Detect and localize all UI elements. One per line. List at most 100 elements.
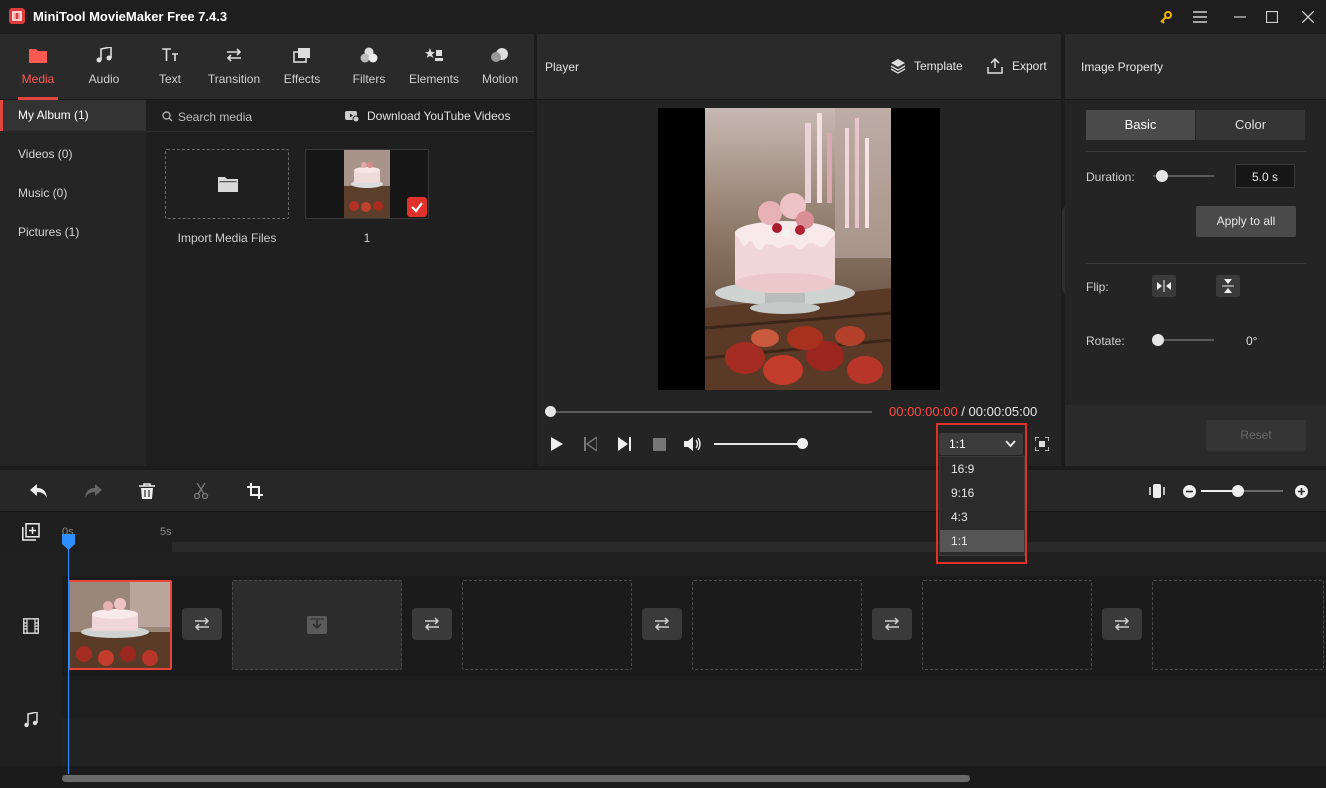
flip-vertical-button[interactable] — [1216, 275, 1240, 297]
timeline-clip[interactable] — [68, 580, 172, 670]
sidebar-item-music[interactable]: Music (0) — [0, 178, 146, 209]
zoom-in-icon[interactable] — [1295, 485, 1308, 498]
export-icon — [987, 58, 1003, 74]
transition-button[interactable] — [1102, 608, 1142, 640]
transition-button[interactable] — [182, 608, 222, 640]
sidebar-item-my-album[interactable]: My Album (1) — [0, 100, 146, 131]
search-bar: Search media Download YouTube Videos — [146, 100, 534, 132]
maximize-icon[interactable] — [1258, 4, 1286, 30]
media-clip-thumbnail[interactable] — [305, 149, 429, 219]
template-button[interactable]: Template — [914, 59, 963, 73]
volume-track[interactable] — [714, 443, 807, 445]
redo-icon[interactable] — [84, 484, 102, 498]
import-media-label: Import Media Files — [177, 231, 277, 245]
empty-clip-slot[interactable] — [232, 580, 402, 670]
previous-frame-icon[interactable] — [584, 437, 597, 451]
transition-arrows-icon — [884, 617, 900, 631]
ruler-strip — [62, 542, 1326, 552]
minimize-icon[interactable] — [1226, 4, 1254, 30]
sidebar-item-pictures[interactable]: Pictures (1) — [0, 217, 146, 248]
video-track-label — [0, 576, 62, 676]
rotate-slider-handle[interactable] — [1152, 334, 1164, 346]
property-footer: Reset — [1065, 405, 1326, 466]
transition-arrows-icon — [1114, 617, 1130, 631]
fullscreen-icon[interactable] — [1035, 437, 1049, 451]
duration-label: Duration: — [1086, 170, 1135, 184]
tab-filters[interactable]: Filters — [349, 44, 389, 94]
time-separator: / — [957, 404, 969, 419]
search-icon — [162, 111, 173, 122]
transition-button[interactable] — [872, 608, 912, 640]
tab-audio[interactable]: Audio — [84, 44, 124, 94]
tab-motion[interactable]: Motion — [480, 44, 520, 94]
undo-icon[interactable] — [30, 484, 48, 498]
film-strip-icon — [23, 618, 39, 634]
tab-effects[interactable]: Effects — [282, 44, 322, 94]
timeline-scrollbar[interactable] — [62, 775, 970, 782]
apply-to-all-button[interactable]: Apply to all — [1196, 206, 1296, 237]
rotate-value: 0° — [1246, 334, 1258, 348]
flip-horizontal-button[interactable] — [1152, 275, 1176, 297]
add-track-icon[interactable] — [22, 523, 40, 541]
total-time: 00:00:05:00 — [968, 404, 1038, 419]
music-note-icon — [24, 712, 38, 728]
audio-track-label — [0, 676, 62, 766]
split-scissors-icon[interactable] — [193, 483, 209, 499]
player-title: Player — [545, 60, 580, 74]
search-input[interactable]: Search media — [178, 110, 252, 124]
menu-icon[interactable] — [1186, 4, 1214, 30]
duration-slider-handle[interactable] — [1156, 170, 1168, 182]
transition-arrows-icon — [654, 617, 670, 631]
transition-button[interactable] — [412, 608, 452, 640]
sidebar-item-videos[interactable]: Videos (0) — [0, 139, 146, 170]
property-title: Image Property — [1081, 60, 1164, 74]
transition-arrows-icon — [194, 617, 210, 631]
property-header: Image Property — [1065, 34, 1326, 100]
player-panel: Player Template Export 00:00:00:00 / 00:… — [537, 34, 1061, 466]
download-youtube-link[interactable]: Download YouTube Videos — [367, 109, 510, 123]
empty-clip-slot[interactable] — [692, 580, 862, 670]
zoom-out-icon[interactable] — [1183, 485, 1196, 498]
snap-icon[interactable] — [1149, 483, 1165, 499]
crop-icon[interactable] — [247, 483, 263, 499]
zoom-slider-handle[interactable] — [1232, 485, 1244, 497]
progress-track[interactable] — [550, 411, 872, 413]
motion-icon — [489, 44, 511, 66]
delete-icon[interactable] — [139, 483, 155, 499]
audio-track-upper — [62, 676, 1326, 718]
reset-button[interactable]: Reset — [1206, 420, 1306, 451]
tab-color[interactable]: Color — [1196, 110, 1305, 140]
tab-elements[interactable]: Elements — [406, 44, 462, 94]
import-media-button[interactable] — [165, 149, 289, 219]
text-icon — [159, 44, 181, 66]
empty-clip-slot[interactable] — [462, 580, 632, 670]
progress-handle[interactable] — [545, 406, 556, 417]
rotate-slider[interactable] — [1156, 339, 1214, 341]
playhead-handle[interactable] — [62, 534, 75, 550]
export-button[interactable]: Export — [1012, 59, 1047, 73]
time-display: 00:00:00:00 / 00:00:05:00 — [889, 404, 1037, 419]
key-icon[interactable] — [1152, 4, 1180, 30]
video-preview — [658, 108, 940, 390]
overlay-track-label — [0, 552, 62, 576]
elements-icon — [423, 44, 445, 66]
empty-clip-slot[interactable] — [1152, 580, 1324, 670]
flip-horizontal-icon — [1157, 280, 1171, 292]
tab-transition[interactable]: Transition — [206, 44, 262, 94]
tab-media[interactable]: Media — [18, 44, 58, 94]
empty-clip-slot[interactable] — [922, 580, 1092, 670]
next-frame-icon[interactable] — [618, 437, 631, 451]
music-note-icon — [93, 44, 115, 66]
app-logo — [9, 8, 25, 24]
rotate-label: Rotate: — [1086, 334, 1125, 348]
play-icon[interactable] — [551, 437, 563, 451]
stop-icon[interactable] — [653, 438, 666, 451]
album-sidebar: My Album (1) Videos (0) Music (0) Pictur… — [0, 100, 146, 466]
volume-icon[interactable] — [684, 436, 702, 452]
transition-button[interactable] — [642, 608, 682, 640]
volume-handle[interactable] — [797, 438, 808, 449]
duration-input[interactable]: 5.0 s — [1235, 164, 1295, 188]
tab-text[interactable]: Text — [150, 44, 190, 94]
tab-basic[interactable]: Basic — [1086, 110, 1195, 140]
close-icon[interactable] — [1294, 4, 1322, 30]
